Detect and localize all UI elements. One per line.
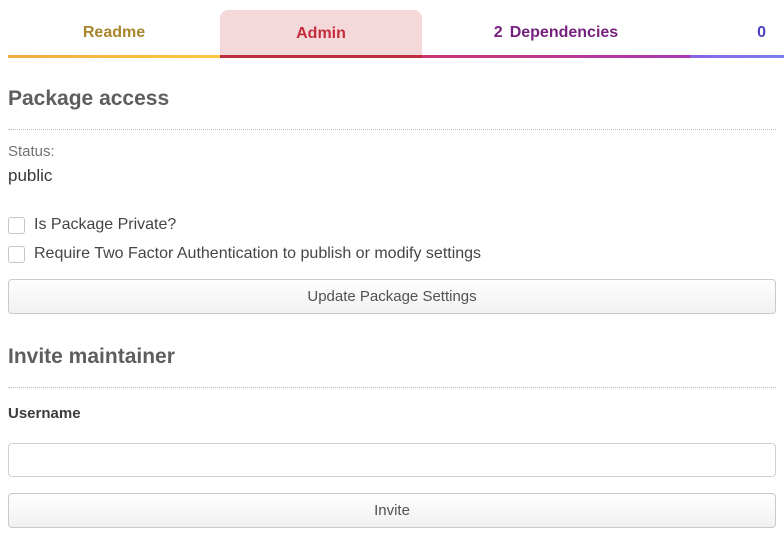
tab-dependents-count: 0	[757, 24, 766, 42]
username-input[interactable]	[8, 443, 776, 477]
update-package-settings-button[interactable]: Update Package Settings	[8, 279, 776, 314]
tab-admin[interactable]: Admin	[220, 10, 422, 58]
tab-dependencies-count: 2	[494, 24, 503, 42]
status-label: Status:	[8, 143, 776, 161]
divider	[8, 129, 776, 130]
tab-dependencies-label: Dependencies	[510, 24, 618, 42]
tab-readme-label: Readme	[83, 24, 145, 42]
require-2fa-row: Require Two Factor Authentication to pub…	[8, 245, 776, 263]
tab-admin-underline	[220, 55, 422, 58]
tab-dependents-underline	[690, 55, 784, 58]
package-access-title: Package access	[8, 86, 776, 112]
invite-maintainer-title: Invite maintainer	[8, 344, 776, 370]
divider	[8, 387, 776, 388]
status-value: public	[8, 165, 776, 186]
is-private-checkbox[interactable]	[8, 217, 25, 234]
require-2fa-label: Require Two Factor Authentication to pub…	[34, 245, 481, 263]
admin-panel: Package access Status: public Is Package…	[0, 86, 784, 528]
require-2fa-checkbox[interactable]	[8, 246, 25, 263]
tab-dependents[interactable]: 0	[690, 0, 784, 58]
tab-admin-label: Admin	[296, 25, 346, 43]
is-private-row: Is Package Private?	[8, 216, 776, 234]
tab-dependencies-underline	[422, 55, 690, 58]
invite-button[interactable]: Invite	[8, 493, 776, 528]
tab-readme[interactable]: Readme	[8, 0, 220, 58]
tab-dependencies[interactable]: 2 Dependencies	[422, 0, 690, 58]
tab-readme-underline	[8, 55, 220, 58]
package-admin-page: Readme Admin 2 Dependencies 0 Package ac…	[0, 0, 784, 536]
tab-bar: Readme Admin 2 Dependencies 0	[0, 0, 784, 58]
username-label: Username	[8, 404, 776, 423]
is-private-label: Is Package Private?	[34, 216, 176, 234]
